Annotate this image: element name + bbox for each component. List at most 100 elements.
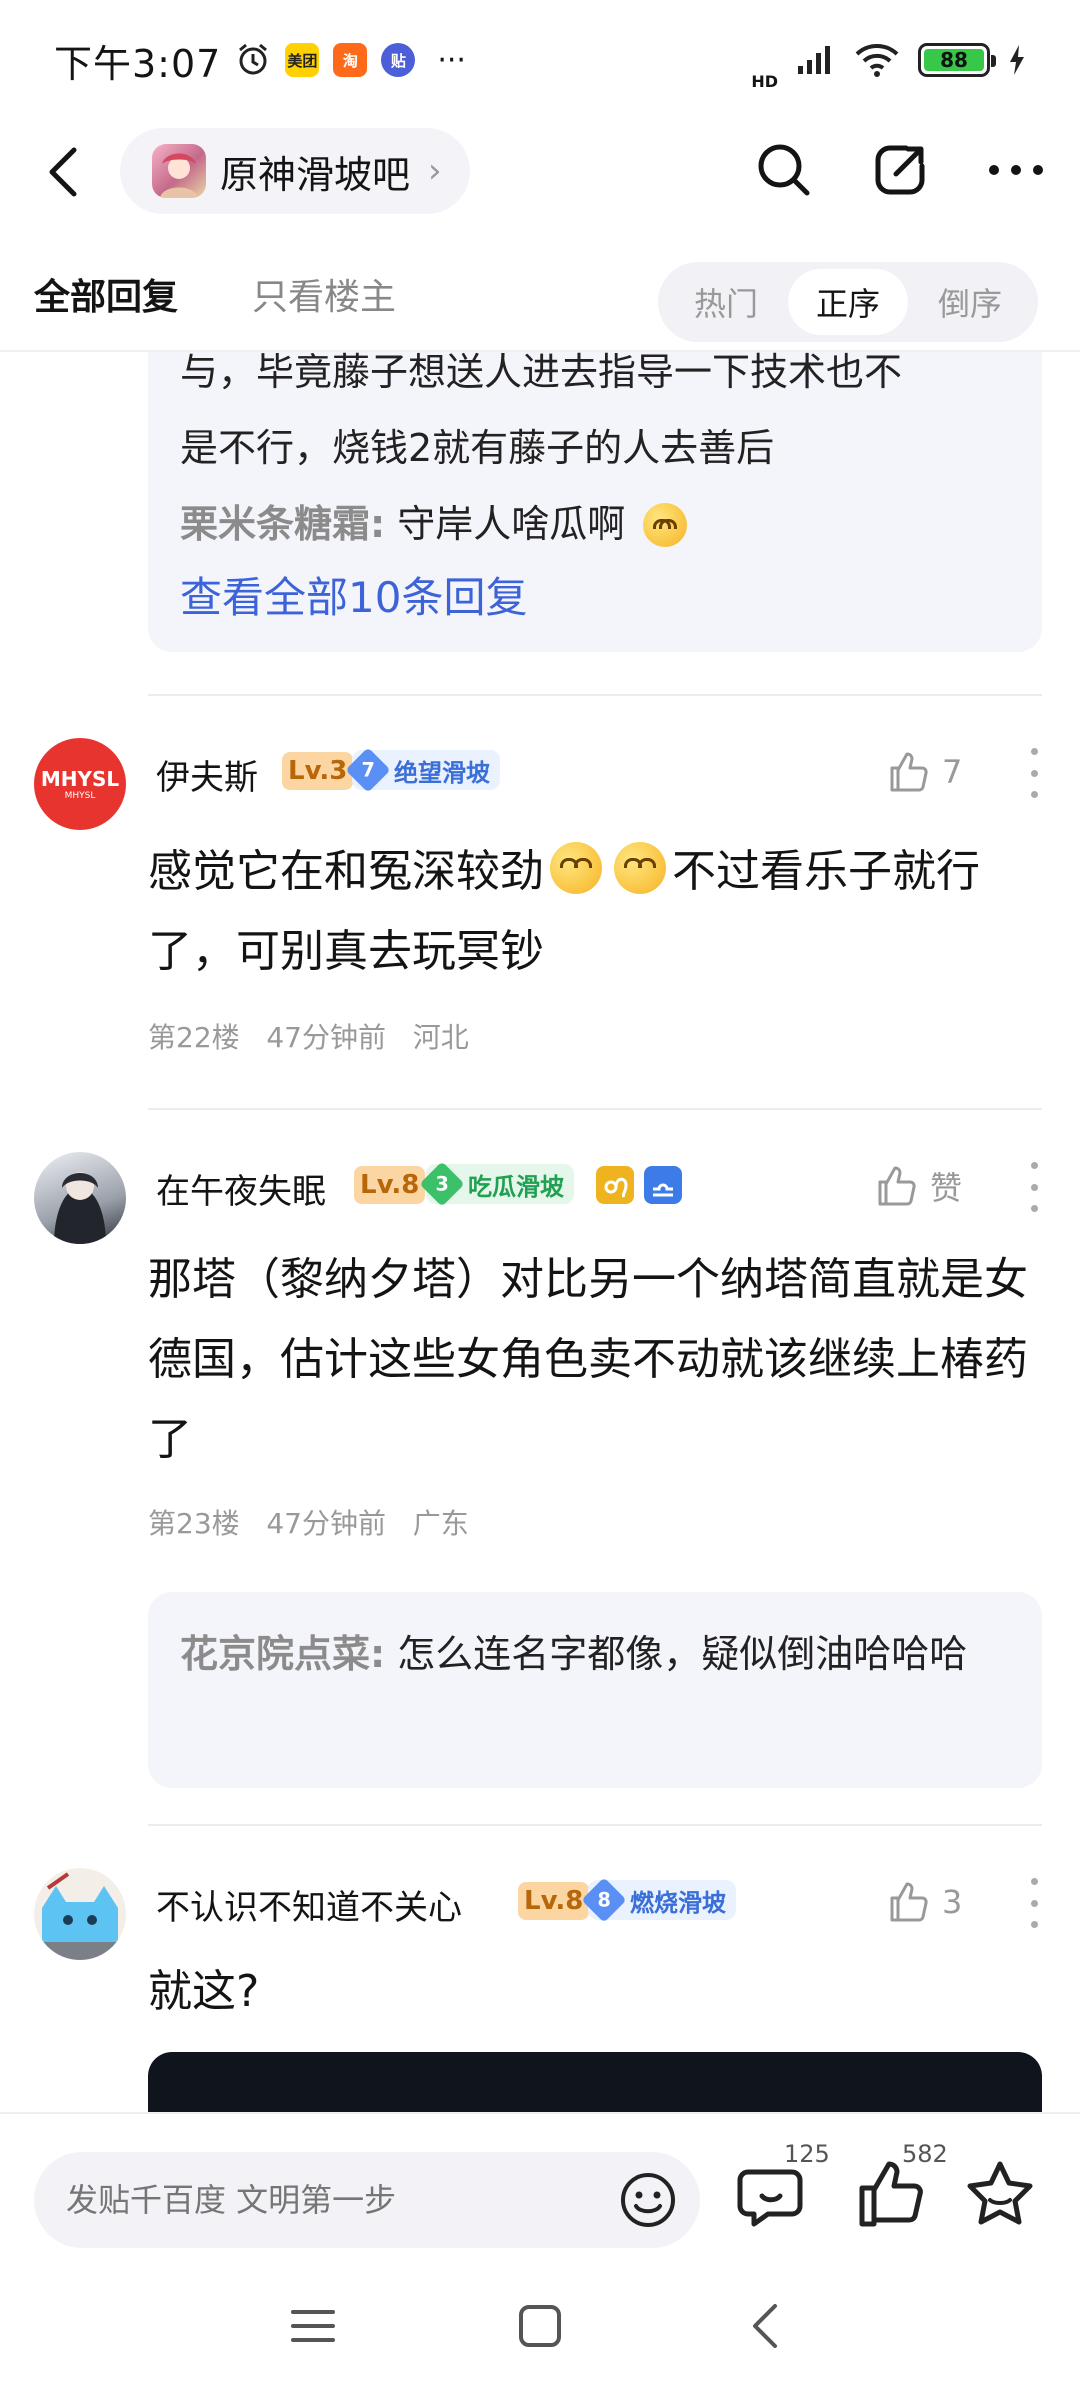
tab-all-replies[interactable]: 全部回复 <box>34 268 178 320</box>
chevron-right-icon: › <box>428 151 442 191</box>
floor-number: 第23楼 <box>148 1507 240 1540</box>
like-label: 赞 <box>930 1169 963 1207</box>
home-icon[interactable] <box>512 2298 568 2354</box>
sort-ascending[interactable]: 正序 <box>788 269 908 335</box>
taobao-icon: 淘 <box>333 43 368 77</box>
badge-text: 燃烧滑坡 <box>630 1888 726 1917</box>
zodiac-leo-icon <box>596 1166 634 1204</box>
divider <box>148 1108 1042 1110</box>
forum-name: 原神滑坡吧 <box>220 152 411 197</box>
forum-avatar <box>152 144 206 198</box>
more-vertical-icon[interactable] <box>1026 748 1042 798</box>
share-icon[interactable] <box>866 136 934 204</box>
sub-reply-line: 与，毕竟藤子想送人进去指导一下技术也不 <box>180 352 903 394</box>
emoji-icon <box>643 503 688 547</box>
status-app-icons: 美团 淘 贴 ··· <box>235 42 466 78</box>
sub-reply-username[interactable]: 花京院点菜: <box>180 1632 385 1676</box>
sub-reply-text: 怎么连名字都像，疑似倒油哈哈哈 <box>397 1632 968 1676</box>
reply-list[interactable]: 与，毕竟藤子想送人进去指导一下技术也不 是不行，烧钱2就有藤子的人去善后 栗米条… <box>0 352 1080 2112</box>
avatar[interactable] <box>34 1152 126 1244</box>
thumb-up-icon <box>890 752 928 792</box>
like-button[interactable]: 赞 <box>872 1162 962 1210</box>
sort-descending[interactable]: 倒序 <box>910 269 1030 335</box>
wifi-icon <box>855 44 899 77</box>
avatar-logo-sub: MHYSL <box>64 791 96 801</box>
post-meta: 第22楼 47分钟前 河北 <box>148 1016 469 1056</box>
post-location: 广东 <box>412 1507 469 1540</box>
system-back-icon[interactable] <box>739 2298 795 2354</box>
reply-tabs: 全部回复 只看楼主 热门 正序 倒序 <box>0 258 1080 350</box>
avatar-logo-text: MHYSL <box>40 767 120 791</box>
username[interactable]: 不认识不知道不关心 <box>156 1880 462 1929</box>
post-content: 感觉它在和冤深较劲 不过看乐子就行了，可别真去玩冥钞 <box>148 832 1028 992</box>
level-badge: Lv.3 <box>282 752 354 790</box>
more-vertical-icon[interactable] <box>1026 1878 1042 1928</box>
sub-reply-username[interactable]: 栗米条糖霜: <box>180 502 385 546</box>
post-text-part: 感觉它在和冤深较劲 <box>148 846 544 897</box>
tab-owner-only[interactable]: 只看楼主 <box>252 268 396 320</box>
avatar[interactable] <box>34 1868 126 1960</box>
back-arrow-icon[interactable] <box>40 144 90 200</box>
menu-icon[interactable] <box>285 2298 341 2354</box>
grin-emoji-icon <box>614 842 666 894</box>
top-nav: 原神滑坡吧 › <box>0 124 1080 218</box>
badge-number: 8 <box>597 1888 611 1912</box>
sort-selector: 热门 正序 倒序 <box>658 262 1038 342</box>
divider <box>148 694 1042 696</box>
avatar[interactable]: MHYSL MHYSL <box>34 738 126 830</box>
post-content: 那塔（黎纳夕塔）对比另一个纳塔简直就是女德国，估计这些女角色卖不动就该继续上椿药… <box>148 1254 1028 1465</box>
forum-title-badge: 3 吃瓜滑坡 <box>419 1161 574 1207</box>
like-button[interactable]: 3 <box>884 1878 962 1926</box>
like-count: 582 <box>902 2140 948 2168</box>
reply-input[interactable] <box>66 2181 586 2219</box>
forum-title-badge: 7 绝望滑坡 <box>345 747 500 793</box>
signal-icon <box>798 46 830 74</box>
more-vertical-icon[interactable] <box>1026 1162 1042 1212</box>
meituan-icon: 美团 <box>285 43 320 77</box>
post-time: 47分钟前 <box>266 1507 386 1540</box>
sub-reply-text: 守岸人啥瓜啊 <box>397 502 626 546</box>
sub-reply-item[interactable]: 栗米条糖霜: 守岸人啥瓜啊 <box>180 498 693 550</box>
post-image[interactable] <box>148 2052 1042 2112</box>
sort-hot[interactable]: 热门 <box>666 269 786 335</box>
thumb-up-icon <box>878 1166 916 1206</box>
username[interactable]: 伊夫斯 <box>156 750 258 799</box>
post-time: 47分钟前 <box>266 1021 386 1054</box>
star-favorite-icon[interactable] <box>960 2154 1040 2234</box>
username[interactable]: 在午夜失眠 <box>156 1164 326 1213</box>
like-button[interactable]: 7 <box>884 748 962 796</box>
zodiac-libra-icon <box>644 1166 682 1204</box>
badge-number: 7 <box>361 758 375 782</box>
view-all-replies-link[interactable]: 查看全部10条回复 <box>180 570 527 626</box>
badge-number: 3 <box>435 1172 449 1196</box>
tieba-icon: 贴 <box>381 43 416 77</box>
reply-input-container[interactable] <box>34 2152 700 2248</box>
forum-title-badge: 8 燃烧滑坡 <box>581 1877 736 1923</box>
level-badge: Lv.8 <box>354 1166 426 1204</box>
like-count: 7 <box>942 753 963 791</box>
post-meta: 第23楼 47分钟前 广东 <box>148 1502 469 1542</box>
sub-reply-box: 与，毕竟藤子想送人进去指导一下技术也不 是不行，烧钱2就有藤子的人去善后 栗米条… <box>148 352 1042 652</box>
badge-text: 吃瓜滑坡 <box>468 1172 564 1201</box>
divider <box>148 1824 1042 1826</box>
more-options-icon[interactable] <box>982 136 1050 204</box>
hd-label: HD <box>751 71 778 91</box>
alarm-icon <box>239 43 268 75</box>
status-bar: 下午3:07 美团 淘 贴 ··· HD 88 <box>0 0 1080 120</box>
sub-reply-line: 是不行，烧钱2就有藤子的人去善后 <box>180 426 775 470</box>
bottom-action-bar: 125 582 <box>0 2112 1080 2252</box>
sub-reply-box[interactable]: 花京院点菜: 怎么连名字都像，疑似倒油哈哈哈 <box>148 1592 1042 1788</box>
search-icon[interactable] <box>750 136 818 204</box>
like-count: 3 <box>942 1883 963 1921</box>
level-badge: Lv.8 <box>518 1882 590 1920</box>
post-content: 就这? <box>148 1966 260 2017</box>
sub-reply-item: 花京院点菜: 怎么连名字都像，疑似倒油哈哈哈 <box>180 1614 1010 1694</box>
comment-count: 125 <box>784 2140 830 2168</box>
post-location: 河北 <box>412 1021 469 1054</box>
charging-icon <box>1010 45 1024 75</box>
thumb-up-icon <box>890 1882 928 1922</box>
forum-entry-button[interactable]: 原神滑坡吧 › <box>120 128 470 214</box>
status-time: 下午3:07 <box>54 41 222 86</box>
emoji-picker-icon[interactable] <box>618 2170 678 2230</box>
badge-text: 绝望滑坡 <box>394 758 490 787</box>
